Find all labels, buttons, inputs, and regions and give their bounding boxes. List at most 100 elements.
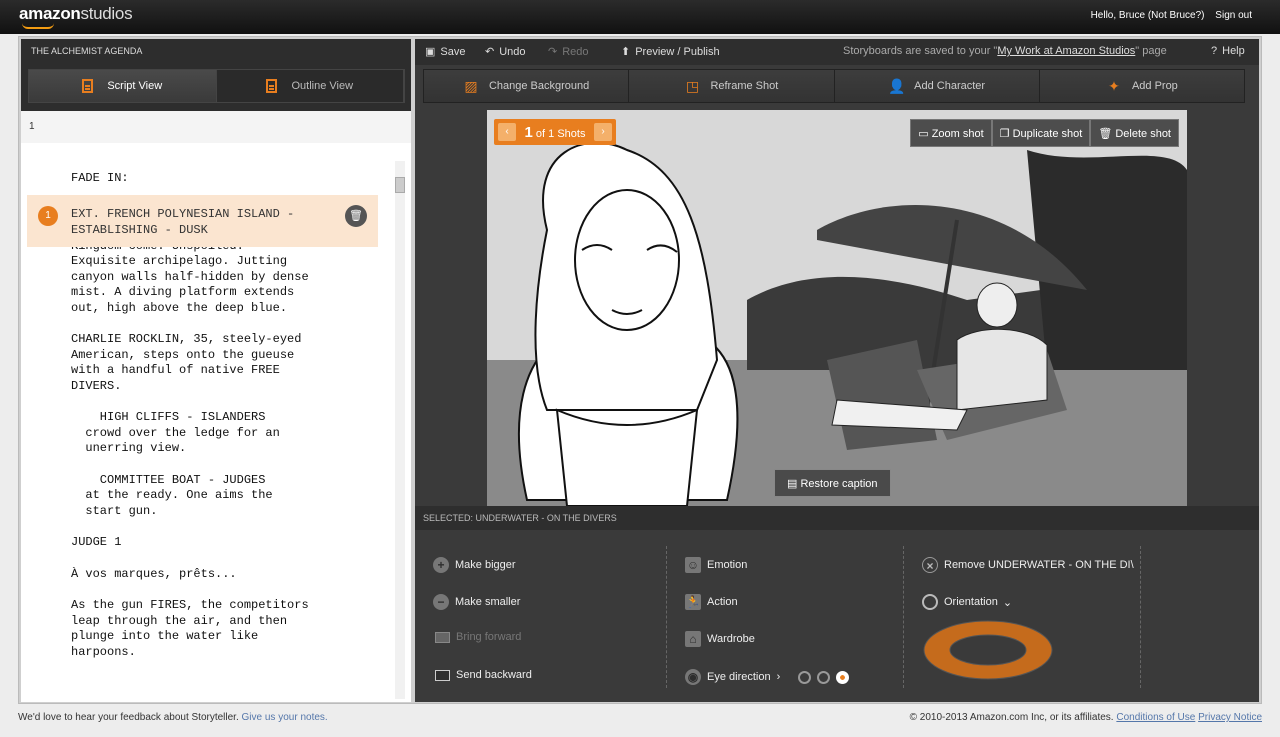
make-bigger-button[interactable]: + Make bigger — [433, 557, 516, 573]
outline-icon — [266, 79, 278, 93]
upload-icon: ⬆ — [621, 46, 631, 58]
page-number: 1 — [21, 111, 411, 143]
divider — [903, 546, 904, 688]
element-controls: + Make bigger − Make smaller Bring forward… — [415, 530, 1259, 702]
tab-outline-view[interactable]: Outline View — [216, 70, 404, 102]
divider — [1140, 546, 1141, 688]
save-location-note: Storyboards are saved to your "My Work a… — [843, 45, 1167, 57]
redo-button[interactable]: ↷ Redo — [548, 45, 589, 58]
orientation-icon — [922, 594, 938, 610]
emotion-button[interactable]: ☺ Emotion — [685, 557, 747, 573]
selected-element-label: Selected: UNDERWATER - ON THE DIVERS — [415, 506, 1259, 530]
emotion-icon: ☺ — [685, 557, 701, 573]
plus-icon: + — [433, 557, 449, 573]
chevron-left-icon[interactable]: ‹ — [498, 123, 516, 141]
stars-icon: ✦ — [1108, 78, 1120, 94]
storyboard-canvas[interactable]: ‹ 1 of 1 Shots › ▭ Zoom shot ❐ Duplicate… — [487, 110, 1187, 506]
shot-actions: ▭ Zoom shot ❐ Duplicate shot 🗑 Delete sh… — [910, 119, 1179, 147]
add-prop-button[interactable]: ✦ Add Prop — [1039, 70, 1244, 102]
chevron-right-icon[interactable]: › — [594, 123, 612, 141]
person-icon: 👤 — [888, 78, 906, 94]
action-icon: 🏃 — [685, 594, 701, 610]
save-icon: ▣ — [425, 46, 436, 58]
scene-heading-text: EXT. FRENCH POLYNESIAN ISLAND - ESTABLIS… — [71, 207, 295, 237]
eye-direction-left-radio[interactable] — [798, 670, 812, 684]
tab-script-view[interactable]: Script View — [29, 70, 217, 102]
shot-counter: 1 of 1 Shots — [524, 123, 586, 141]
add-character-button[interactable]: 👤 Add Character — [834, 70, 1040, 102]
script-block: CHARLIE ROCKLIN, 35, steely-eyed America… — [71, 332, 302, 393]
orientation-dropdown[interactable]: Orientation ⌄ — [922, 594, 1012, 610]
preview-publish-button[interactable]: ⬆ Preview / Publish — [621, 45, 720, 58]
orientation-dial[interactable] — [922, 619, 1054, 681]
save-button[interactable]: ▣ Save — [425, 45, 465, 58]
shot-stage: ‹ 1 of 1 Shots › ▭ Zoom shot ❐ Duplicate… — [415, 109, 1259, 506]
logo-smile-icon — [22, 23, 54, 29]
make-smaller-button[interactable]: − Make smaller — [433, 594, 520, 610]
chevron-down-icon: ⌄ — [1002, 596, 1013, 609]
redo-icon: ↷ — [548, 46, 558, 58]
beach-scene-illustration — [487, 110, 1187, 506]
remove-element-button[interactable]: × Remove UNDERWATER - ON THE DI\ — [922, 557, 1138, 573]
bring-forward-icon — [435, 631, 450, 643]
script-block: À vos marques, prêts... — [71, 566, 237, 581]
send-backward-icon — [435, 669, 450, 681]
restore-caption-button[interactable]: ▤ Restore caption — [774, 469, 891, 497]
greeting-link[interactable]: Hello, Bruce (Not Bruce?) — [1091, 10, 1205, 21]
eye-direction-center-radio[interactable] — [817, 670, 831, 684]
feedback-link[interactable]: Give us your notes. — [242, 712, 328, 723]
user-menu: Hello, Bruce (Not Bruce?) Sign out — [1083, 10, 1252, 21]
duplicate-shot-button[interactable]: ❐ Duplicate shot — [991, 119, 1091, 147]
conditions-link[interactable]: Conditions of Use — [1116, 712, 1195, 723]
script-panel: THE ALCHEMIST AGENDA Script View Outline… — [21, 39, 411, 702]
privacy-link[interactable]: Privacy Notice — [1198, 712, 1262, 723]
bring-forward-button[interactable]: Bring forward — [435, 631, 521, 643]
scene-heading-selected[interactable]: 1 EXT. FRENCH POLYNESIAN ISLAND - ESTABL… — [27, 195, 378, 247]
reframe-icon: ◳ — [685, 78, 700, 94]
duplicate-icon: ❐ — [999, 128, 1013, 140]
zoom-shot-button[interactable]: ▭ Zoom shot — [910, 119, 992, 147]
undo-icon: ↶ — [485, 46, 495, 58]
amazon-studios-logo[interactable]: amazonstudios — [19, 4, 133, 24]
scrollbar-thumb[interactable] — [395, 177, 405, 193]
eye-direction-right-radio[interactable] — [836, 670, 850, 684]
top-bar: amazonstudios Hello, Bruce (Not Bruce?) … — [0, 0, 1280, 34]
help-icon: ? — [1211, 45, 1218, 57]
close-icon: × — [922, 557, 938, 573]
script-block: COMMITTEE BOAT - JUDGES at the ready. On… — [85, 472, 273, 518]
script-block: Kingdom come. Unspoiled. Exquisite archi… — [71, 239, 309, 315]
view-tabs: Script View Outline View — [28, 69, 405, 103]
script-block: FADE IN: — [71, 171, 129, 185]
wardrobe-button[interactable]: ⌂ Wardrobe — [685, 631, 755, 647]
divider — [666, 546, 667, 688]
help-button[interactable]: ? Help — [1211, 45, 1245, 57]
minus-icon: − — [433, 594, 449, 610]
shot-navigator: ‹ 1 of 1 Shots › — [494, 119, 616, 145]
zoom-icon: ▭ — [918, 128, 932, 140]
storyboard-toolbar: ▣ Save ↶ Undo ↷ Redo ⬆ Preview / Publish Sto… — [415, 39, 1259, 65]
reframe-shot-button[interactable]: ◳ Reframe Shot — [629, 70, 835, 102]
trash-icon[interactable]: 🗑 — [345, 205, 367, 227]
trash-icon: 🗑 — [1098, 128, 1116, 140]
send-backward-button[interactable]: Send backward — [435, 669, 532, 681]
delete-shot-button[interactable]: 🗑 Delete shot — [1090, 119, 1179, 147]
eye-icon: ◉ — [685, 669, 701, 685]
script-block: HIGH CLIFFS - ISLANDERS crowd over the l… — [85, 410, 280, 455]
document-icon — [82, 79, 94, 93]
undo-button[interactable]: ↶ Undo — [485, 45, 526, 58]
action-button[interactable]: 🏃 Action — [685, 594, 738, 610]
caption-icon: ▤ — [787, 478, 801, 490]
hanger-icon: ⌂ — [685, 631, 701, 647]
sign-out-link[interactable]: Sign out — [1215, 10, 1252, 21]
script-scrollbar[interactable] — [395, 161, 405, 699]
project-title: THE ALCHEMIST AGENDA — [31, 46, 143, 56]
eye-direction-button[interactable]: ◉ Eye direction › — [685, 669, 850, 685]
footer-legal: © 2010-2013 Amazon.com Inc, or its affil… — [909, 712, 1262, 723]
footer: We'd love to hear your feedback about St… — [18, 712, 1262, 723]
my-work-link[interactable]: My Work at Amazon Studios — [997, 45, 1135, 57]
script-block: As the gun FIRES, the competitors leap t… — [71, 598, 309, 659]
scene-number-badge: 1 — [38, 206, 58, 226]
change-background-button[interactable]: ▨ Change Background — [424, 70, 630, 102]
storyboard-panel: ▣ Save ↶ Undo ↷ Redo ⬆ Preview / Publish Sto… — [415, 39, 1259, 702]
shot-tools: ▨ Change Background ◳ Reframe Shot 👤 Add Ch… — [423, 69, 1245, 103]
